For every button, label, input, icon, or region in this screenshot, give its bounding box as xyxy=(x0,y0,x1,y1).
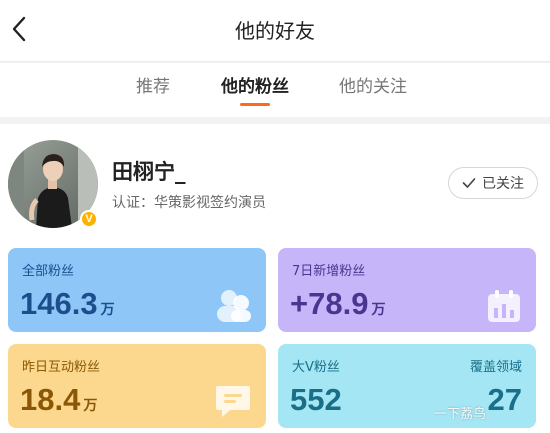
new-fans-7d-value-group: +78.9 万 xyxy=(290,286,385,322)
followed-button[interactable]: 已关注 xyxy=(448,167,538,199)
new-fans-7d-label: 7日新增粉丝 xyxy=(292,264,366,279)
tab-his-following[interactable]: 他的关注 xyxy=(334,63,412,117)
tab-bar: 推荐 他的粉丝 他的关注 xyxy=(0,63,550,117)
tab-recommend[interactable]: 推荐 xyxy=(128,63,178,117)
page-title: 他的好友 xyxy=(235,19,315,43)
new-fans-7d-value: +78.9 xyxy=(290,286,369,321)
coverage-domains-value: 27 xyxy=(487,382,522,417)
profile-certification: 认证：华策影视签约演员 xyxy=(112,195,266,211)
interactive-fans-label: 昨日互动粉丝 xyxy=(22,360,101,375)
total-fans-unit: 万 xyxy=(100,302,115,318)
followed-button-label: 已关注 xyxy=(482,176,524,192)
interactive-fans-card[interactable]: 昨日互动粉丝 18.4 万 xyxy=(8,344,266,428)
profile-name[interactable]: 田栩宁_ xyxy=(112,156,186,186)
interactive-fans-unit: 万 xyxy=(83,398,98,414)
big-v-fans-card[interactable]: 大V粉丝 覆盖领域 552 27 xyxy=(278,344,536,428)
interactive-fans-value: 18.4 xyxy=(20,382,81,417)
watermark: 一下荔鸟 xyxy=(434,407,487,422)
chat-icon xyxy=(214,384,252,424)
top-bar: 他的好友 xyxy=(0,0,550,62)
people-icon xyxy=(214,286,254,328)
check-icon xyxy=(462,177,476,189)
new-fans-7d-unit: 万 xyxy=(371,302,386,318)
tab-his-fans[interactable]: 他的粉丝 xyxy=(216,63,294,117)
interactive-fans-value-group: 18.4 万 xyxy=(20,382,97,418)
total-fans-label: 全部粉丝 xyxy=(22,264,75,279)
total-fans-value: 146.3 xyxy=(20,286,98,321)
verified-v-icon: V xyxy=(80,210,98,228)
big-v-fans-label: 大V粉丝 xyxy=(292,360,340,375)
total-fans-value-group: 146.3 万 xyxy=(20,286,115,322)
active-tab-indicator xyxy=(240,103,270,106)
calendar-icon xyxy=(486,288,522,328)
coverage-domains-label: 覆盖领域 xyxy=(469,360,522,375)
big-v-fans-value: 552 xyxy=(290,382,342,417)
new-fans-7d-card[interactable]: 7日新增粉丝 +78.9 万 xyxy=(278,248,536,332)
total-fans-card[interactable]: 全部粉丝 146.3 万 xyxy=(8,248,266,332)
